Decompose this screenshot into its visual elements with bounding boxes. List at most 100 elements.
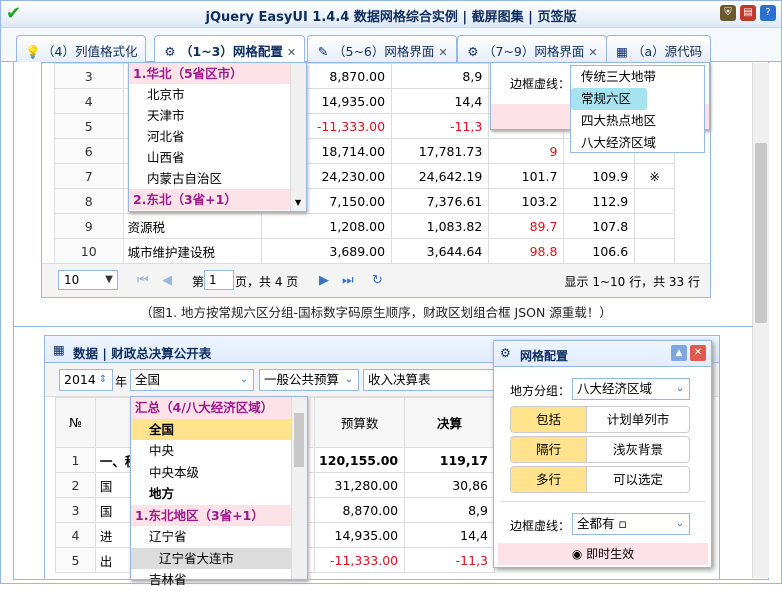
option-hotspots[interactable]: 四大热点地区	[571, 110, 704, 132]
dropdown-group: 1.华北（5省区市）	[129, 63, 306, 84]
close-icon[interactable]: ✕	[438, 46, 447, 59]
table-combo[interactable]: 收入决算表	[363, 369, 503, 391]
year-combo[interactable]: 2014 ⇕	[59, 369, 113, 391]
close-icon[interactable]: ✕	[287, 46, 296, 59]
cell-n: 10	[54, 238, 124, 264]
cell-n: 4	[55, 522, 96, 548]
year-suffix: 年	[115, 375, 128, 389]
first-page-icon[interactable]: ⏮	[137, 273, 149, 288]
tab-strip: 💡（4）列值格式化 ⚙ （1~3）网格配置 ✕ ✎ （5~6）网格界面 ✕ ⚙ （7~9）…	[1, 28, 781, 63]
chevron-down-icon[interactable]: ⌄	[235, 370, 253, 390]
group-label: 地方分组：	[510, 384, 571, 398]
dropdown-item[interactable]: 天津市	[129, 105, 306, 126]
scroll-thumb[interactable]	[294, 413, 304, 467]
chevron-down-icon[interactable]: ⌄	[671, 379, 689, 399]
cell-n: 8	[54, 188, 124, 214]
tab-source[interactable]: ▦ （a）源代码	[606, 35, 712, 62]
code-icon: ▦	[616, 44, 628, 59]
dropdown-item[interactable]: 地方	[131, 483, 291, 505]
dropdown-scrollbar[interactable]: ▼	[290, 63, 306, 211]
toggle-include[interactable]: 包括 计划单列市	[510, 406, 690, 433]
last-page-icon[interactable]: ⏭	[342, 273, 354, 288]
cell-mark	[634, 188, 675, 214]
chevron-down-icon[interactable]: ⌄	[671, 514, 689, 534]
gear-icon: ⚙	[500, 346, 511, 360]
close-icon[interactable]: ✕	[588, 46, 597, 59]
edit-icon: ✎	[317, 44, 329, 59]
spinner-icon[interactable]: ⇕	[94, 370, 112, 390]
toggle-stripe[interactable]: 隔行 浅灰背景	[510, 436, 690, 463]
col-final: 决算	[404, 397, 495, 448]
dropdown-item[interactable]: 内蒙古自治区	[129, 168, 306, 189]
option-three-zones[interactable]: 传统三大地带	[571, 66, 704, 88]
apply-button[interactable]: ◉ 即时生效	[498, 543, 708, 565]
collapse-icon[interactable]: ▲	[671, 345, 687, 361]
cell-v1: -11,333.00	[314, 547, 406, 573]
divider	[13, 326, 753, 327]
dropdown-item[interactable]: 吉林省	[131, 569, 291, 591]
content-scrollbar[interactable]	[752, 63, 769, 578]
dropdown-item[interactable]: 中央	[131, 440, 291, 462]
cell-v2: 14,4	[391, 88, 490, 114]
option-six-regions[interactable]: 常规六区	[571, 88, 647, 110]
tab-grid-config[interactable]: ⚙ （1~3）网格配置 ✕	[154, 35, 306, 63]
tab-grid-ui-b[interactable]: ⚙ （7~9）网格界面 ✕	[457, 35, 607, 62]
prev-page-icon[interactable]: ◀	[162, 273, 172, 288]
option-eight-zones[interactable]: 八大经济区域	[571, 132, 704, 154]
dialog-title: 网格配置	[520, 349, 569, 363]
dropdown-item[interactable]: 辽宁省大连市	[131, 547, 291, 569]
cell-v2: 3,644.64	[391, 238, 490, 264]
cell-v1: 120,155.00	[314, 447, 406, 473]
cell-v2: 30,86	[404, 472, 495, 498]
cell-v2: 8,9	[391, 63, 490, 89]
cell-v2: 1,083.82	[391, 213, 490, 239]
grid-config-dialog: ⚙ 网格配置 ▲ ✕ 地方分组： 八大经济区域 ⌄ 包括 计划单列市 隔行 浅灰背景 …	[493, 340, 712, 568]
next-page-icon[interactable]: ▶	[319, 273, 329, 288]
dialog-header: ⚙ 网格配置 ▲ ✕	[494, 341, 711, 367]
help-icon[interactable]: ?	[760, 5, 776, 21]
border-combo[interactable]: 全都有 ▫ ⌄	[572, 513, 690, 535]
tab-grid-ui-a[interactable]: ✎ （5~6）网格界面 ✕	[307, 35, 457, 62]
chevron-down-icon[interactable]: ⌄	[340, 370, 358, 390]
cell-n: 2	[55, 472, 96, 498]
refresh-icon[interactable]: ↻	[372, 273, 383, 288]
border-label: 边框虚线：	[510, 77, 571, 91]
dropdown-scrollbar[interactable]	[291, 397, 307, 579]
region-combo[interactable]: 全国 ⌄	[130, 369, 254, 391]
dropdown-item[interactable]: 山西省	[129, 147, 306, 168]
region-combo-list[interactable]: 汇总（4/八大经济区域） 全国 中央 中央本级 地方 1.东北地区（3省+1） 辽宁省 辽宁省…	[130, 396, 308, 587]
close-icon[interactable]: ✕	[690, 345, 706, 361]
budget-combo[interactable]: 一般公共预算 ⌄	[259, 369, 359, 391]
cell-v2: -11,3	[404, 547, 495, 573]
dropdown-item[interactable]: 北京市	[129, 84, 306, 105]
table-row[interactable]: 9 资源税 1,208.00 1,083.82 89.7 107.8	[54, 213, 675, 239]
scroll-thumb[interactable]	[755, 143, 767, 323]
tab-format[interactable]: 💡（4）列值格式化	[16, 35, 147, 62]
shield-icon[interactable]: ⛨	[720, 5, 736, 21]
cell-v4: 109.9	[563, 163, 636, 189]
cell-v1: 8,870.00	[314, 497, 406, 523]
cell-v2: 8,9	[404, 497, 495, 523]
table-row[interactable]: 10 城市维护建设税 3,689.00 3,644.64 98.8 106.6	[54, 238, 675, 264]
dropdown-item[interactable]: 中央本级	[131, 462, 291, 484]
group-combo[interactable]: 八大经济区域 ⌄	[572, 378, 690, 400]
grouping-options[interactable]: 传统三大地带 常规六区 四大热点地区 八大经济区域	[570, 65, 705, 153]
page-total: 页，共 4 页	[235, 275, 299, 289]
bulb-icon: 💡	[25, 44, 41, 59]
cell-name: 城市维护建设税	[122, 238, 262, 264]
cell-v4: 106.6	[563, 238, 636, 264]
cell-v3: 98.8	[488, 238, 565, 264]
page-size-select[interactable]: 10 ▼	[58, 270, 118, 290]
toggle-multiselect[interactable]: 多行 可以选定	[510, 466, 690, 493]
dropdown-item[interactable]: 河北省	[129, 126, 306, 147]
cell-v3: 9	[488, 138, 565, 164]
table-icon: ▦	[53, 342, 65, 357]
cell-v4: 107.8	[563, 213, 636, 239]
cell-v1: 14,935.00	[314, 522, 406, 548]
dropdown-item[interactable]: 辽宁省	[131, 526, 291, 548]
dropdown-item[interactable]: 全国	[131, 418, 291, 440]
page-icon[interactable]: ▤	[740, 5, 756, 21]
page-input[interactable]: 1	[204, 270, 234, 290]
gear-icon: ⚙	[467, 44, 479, 59]
region-dropdown-list[interactable]: 1.华北（5省区市） 北京市 天津市 河北省 山西省 内蒙古自治区 2.东北（3省+1） ▼	[128, 62, 307, 212]
